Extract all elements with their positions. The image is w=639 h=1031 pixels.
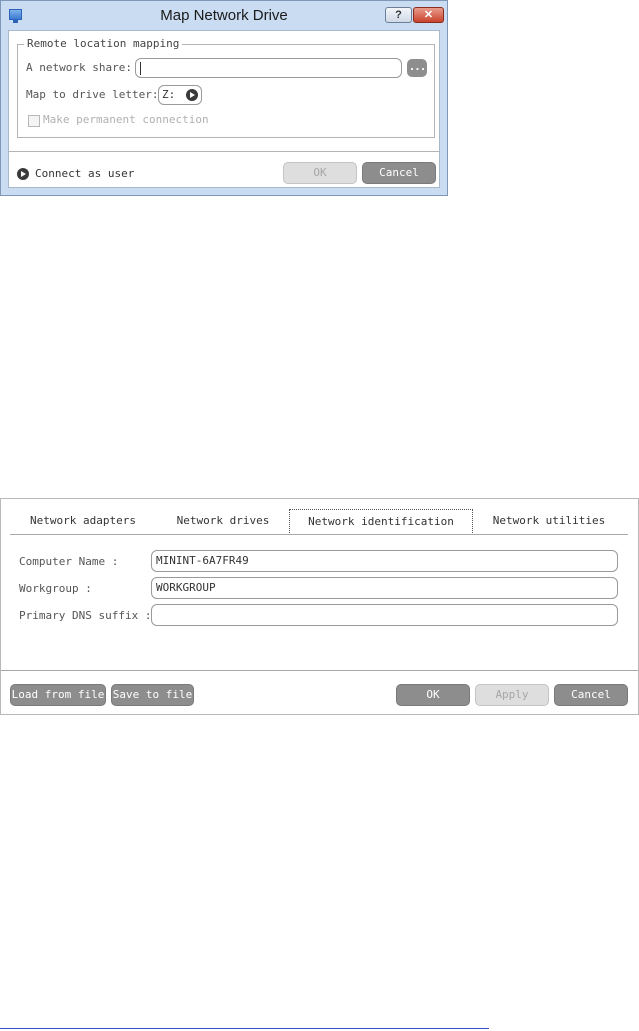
permanent-connection-label: Make permanent connection <box>43 113 209 126</box>
dialog-body: Remote location mapping A network share:… <box>8 30 440 188</box>
panel-divider <box>1 670 638 671</box>
map-network-drive-dialog: Map Network Drive ? ✕ Remote location ma… <box>0 0 448 196</box>
tab-network-drives[interactable]: Network drives <box>166 509 280 535</box>
close-button[interactable]: ✕ <box>413 7 444 23</box>
footer-link-underline <box>0 1028 489 1029</box>
cancel-button[interactable]: Cancel <box>554 684 628 706</box>
connect-as-user-link[interactable]: Connect as user <box>35 167 134 180</box>
dns-suffix-input[interactable] <box>151 604 618 626</box>
ok-button[interactable]: OK <box>283 162 357 184</box>
group-label: Remote location mapping <box>24 37 183 50</box>
text-caret <box>140 62 141 75</box>
browse-button[interactable]: ... <box>407 59 427 77</box>
workgroup-label: Workgroup : <box>19 582 92 595</box>
tab-strip-line <box>10 534 628 535</box>
title-bar: Map Network Drive ? ✕ <box>1 1 447 31</box>
permanent-connection-checkbox[interactable] <box>28 115 40 127</box>
apply-button[interactable]: Apply <box>475 684 549 706</box>
drive-letter-select[interactable]: Z: <box>158 85 202 105</box>
workgroup-input[interactable]: WORKGROUP <box>151 577 618 599</box>
dns-suffix-label: Primary DNS suffix : <box>19 609 152 622</box>
divider <box>9 151 439 152</box>
tab-network-identification[interactable]: Network identification <box>289 509 473 535</box>
drive-letter-label: Map to drive letter: <box>26 88 159 101</box>
ok-button[interactable]: OK <box>396 684 470 706</box>
connect-as-user-icon[interactable] <box>17 168 29 180</box>
drive-letter-dropdown-icon[interactable] <box>186 89 198 101</box>
network-settings-panel: Network adapters Network drives Network … <box>0 498 639 715</box>
tab-network-adapters[interactable]: Network adapters <box>19 509 147 535</box>
dialog-title: Map Network Drive <box>160 7 288 24</box>
tab-network-utilities[interactable]: Network utilities <box>485 509 613 535</box>
load-from-file-button[interactable]: Load from file <box>10 684 106 706</box>
computer-name-label: Computer Name : <box>19 555 119 568</box>
network-share-input[interactable] <box>135 58 402 78</box>
cancel-button[interactable]: Cancel <box>362 162 436 184</box>
help-button[interactable]: ? <box>385 7 412 23</box>
save-to-file-button[interactable]: Save to file <box>111 684 194 706</box>
network-share-label: A network share: <box>26 61 132 74</box>
computer-name-input[interactable]: MININT-6A7FR49 <box>151 550 618 572</box>
